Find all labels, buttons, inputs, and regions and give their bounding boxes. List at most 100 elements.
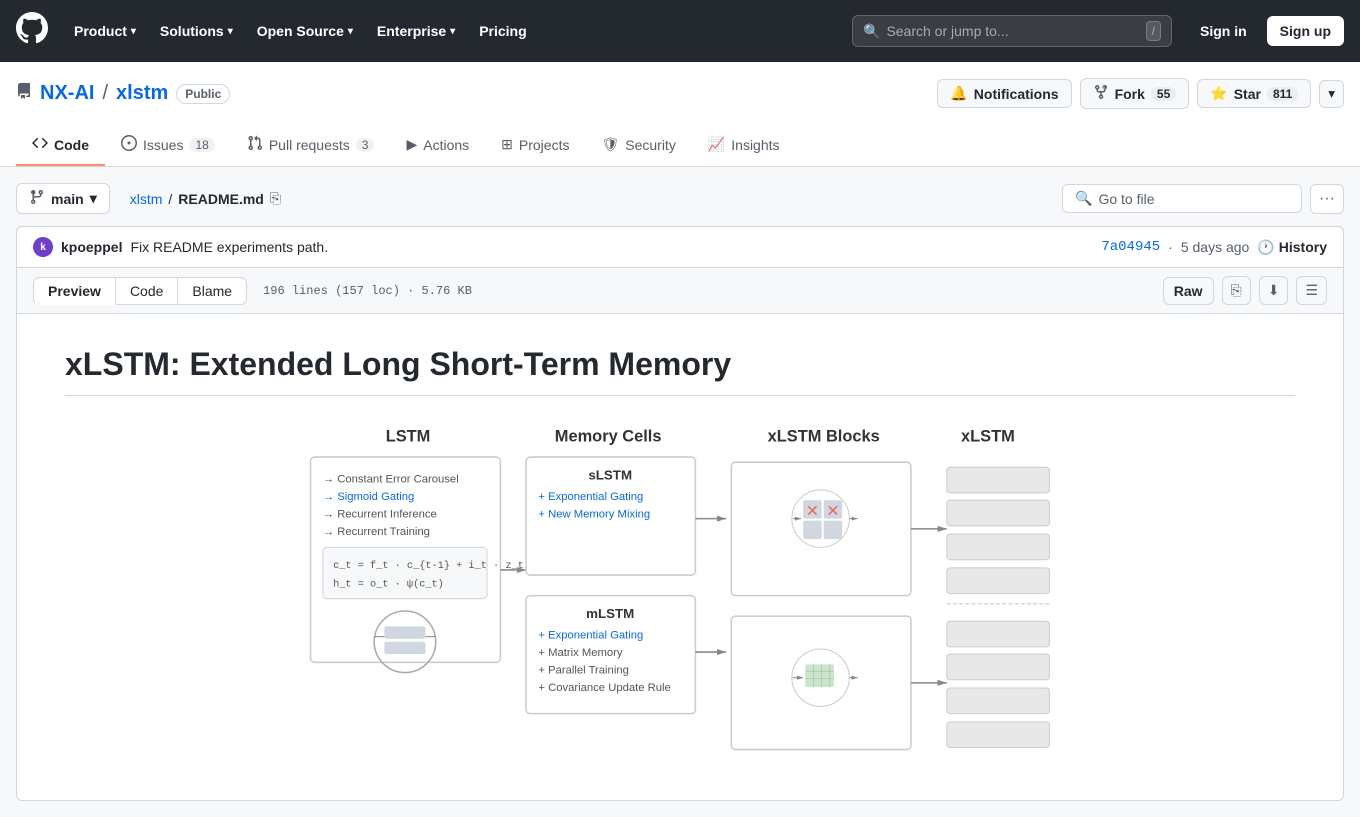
goto-file-input[interactable]: 🔍 Go to file — [1062, 184, 1302, 213]
preview-tab[interactable]: Preview — [33, 277, 116, 305]
commit-author[interactable]: kpoeppel — [61, 239, 122, 255]
breadcrumb-repo-link[interactable]: xlstm — [130, 191, 163, 207]
file-view-tabs: Preview Code Blame — [33, 277, 247, 305]
topnav-pricing[interactable]: Pricing — [469, 17, 536, 45]
top-navigation: Product ▾ Solutions ▾ Open Source ▾ Ente… — [0, 0, 1360, 62]
file-breadcrumb: xlstm / README.md ⎘ — [118, 190, 281, 207]
repo-actions: 🔔 Notifications Fork 55 ⭐ Star 811 ▾ — [937, 78, 1344, 109]
history-link[interactable]: 🕐 History — [1257, 239, 1327, 256]
github-logo[interactable] — [16, 12, 48, 51]
breadcrumb-separator: / — [168, 191, 172, 207]
file-path-right: 🔍 Go to file ··· — [1062, 184, 1344, 214]
file-path-bar: main ▾ xlstm / README.md ⎘ 🔍 Go to file … — [16, 183, 1344, 214]
svg-text:+ Covariance Update Rule: + Covariance Update Rule — [538, 682, 670, 694]
actions-icon: ▶ — [406, 136, 417, 153]
tab-security[interactable]: 🛡 Security — [585, 125, 691, 166]
branch-icon — [29, 189, 45, 208]
code-icon — [32, 135, 48, 154]
topnav-pricing-label: Pricing — [479, 23, 526, 39]
repo-name-link[interactable]: xlstm — [116, 82, 168, 105]
svg-text:sLSTM: sLSTM — [588, 468, 632, 483]
prs-badge: 3 — [356, 138, 375, 152]
list-view-button[interactable]: ☰ — [1296, 276, 1327, 305]
svg-text:+ Parallel Training: + Parallel Training — [538, 665, 629, 677]
repo-icon — [16, 83, 32, 104]
topnav-enterprise-label: Enterprise — [377, 23, 446, 39]
search-icon: 🔍 — [1075, 190, 1092, 207]
topnav-product-label: Product — [74, 23, 127, 39]
topnav-enterprise[interactable]: Enterprise ▾ — [367, 17, 465, 45]
fork-button[interactable]: Fork 55 — [1080, 78, 1190, 109]
repo-title: NX-AI / xlstm Public — [16, 82, 230, 105]
visibility-badge: Public — [176, 84, 230, 104]
chevron-down-icon: ▾ — [348, 26, 353, 37]
tab-issues[interactable]: Issues 18 — [105, 125, 231, 166]
commit-dot: · — [1168, 239, 1173, 255]
repo-owner-link[interactable]: NX-AI — [40, 82, 94, 105]
security-icon: 🛡 — [601, 136, 619, 153]
svg-text:h_t = o_t · ψ(c_t): h_t = o_t · ψ(c_t) — [333, 578, 444, 590]
tab-actions[interactable]: ▶ Actions — [390, 125, 485, 166]
projects-icon: ⊞ — [501, 136, 513, 153]
signup-button[interactable]: Sign up — [1267, 16, 1344, 46]
topnav-solutions-label: Solutions — [160, 23, 224, 39]
branch-name: main — [51, 191, 84, 207]
tab-code[interactable]: Code — [16, 125, 105, 166]
commit-sha[interactable]: 7a04945 — [1101, 239, 1160, 255]
bell-icon: 🔔 — [950, 85, 967, 102]
tab-issues-label: Issues — [143, 137, 183, 153]
download-button[interactable]: ⬇ — [1259, 276, 1289, 305]
svg-text:xLSTM: xLSTM — [961, 428, 1015, 446]
notifications-button[interactable]: 🔔 Notifications — [937, 79, 1071, 108]
search-bar[interactable]: 🔍 Search or jump to... / — [852, 15, 1172, 47]
topnav-items: Product ▾ Solutions ▾ Open Source ▾ Ente… — [64, 17, 537, 45]
raw-button[interactable]: Raw — [1163, 277, 1214, 305]
insights-icon: 📈 — [708, 136, 725, 153]
add-action-button[interactable]: ▾ — [1319, 80, 1344, 108]
tab-pullrequests[interactable]: Pull requests 3 — [231, 125, 391, 166]
file-area: main ▾ xlstm / README.md ⎘ 🔍 Go to file … — [0, 167, 1360, 817]
code-tab[interactable]: Code — [116, 277, 178, 305]
svg-text:+ Exponential Gating: + Exponential Gating — [538, 491, 643, 503]
topnav-opensource[interactable]: Open Source ▾ — [247, 17, 363, 45]
search-placeholder: Search or jump to... — [886, 23, 1008, 39]
file-toolbar-right: Raw ⎘ ⬇ ☰ — [1163, 276, 1327, 305]
history-label: History — [1279, 239, 1327, 255]
copy-file-button[interactable]: ⎘ — [1222, 276, 1251, 305]
commit-message: Fix README experiments path. — [130, 239, 328, 255]
copy-path-icon[interactable]: ⎘ — [270, 190, 281, 207]
svg-text:→ Sigmoid Gating: → Sigmoid Gating — [323, 491, 414, 503]
tab-projects[interactable]: ⊞ Projects — [485, 125, 585, 166]
more-options-button[interactable]: ··· — [1310, 184, 1344, 214]
chevron-down-icon: ▾ — [228, 26, 233, 37]
topnav-solutions[interactable]: Solutions ▾ — [150, 17, 243, 45]
svg-text:mLSTM: mLSTM — [586, 606, 634, 621]
blame-tab[interactable]: Blame — [178, 277, 247, 305]
topnav-product[interactable]: Product ▾ — [64, 17, 146, 45]
readme-content: xLSTM: Extended Long Short-Term Memory L… — [17, 314, 1343, 800]
branch-chevron-icon: ▾ — [90, 190, 97, 207]
repo-header: NX-AI / xlstm Public 🔔 Notifications For… — [0, 62, 1360, 167]
star-button[interactable]: ⭐ Star 811 — [1197, 79, 1311, 108]
xlstm-diagram: LSTM Memory Cells xLSTM Blocks xLSTM → C… — [290, 416, 1070, 768]
svg-text:LSTM: LSTM — [386, 428, 431, 446]
commit-info-right: 7a04945 · 5 days ago 🕐 History — [1101, 239, 1327, 256]
svg-text:+ New Memory Mixing: + New Memory Mixing — [538, 509, 650, 521]
commit-info-left: k kpoeppel Fix README experiments path. — [33, 237, 328, 257]
goto-placeholder: Go to file — [1098, 191, 1154, 207]
svg-text:→ Recurrent Training: → Recurrent Training — [323, 526, 430, 538]
commit-time: 5 days ago — [1181, 239, 1250, 255]
branch-selector[interactable]: main ▾ — [16, 183, 110, 214]
tab-projects-label: Projects — [519, 137, 570, 153]
repo-header-top: NX-AI / xlstm Public 🔔 Notifications For… — [16, 78, 1344, 117]
commit-bar: k kpoeppel Fix README experiments path. … — [16, 226, 1344, 267]
svg-text:+ Exponential Gating: + Exponential Gating — [538, 630, 643, 642]
fork-label: Fork — [1115, 86, 1145, 102]
tab-insights[interactable]: 📈 Insights — [692, 125, 796, 166]
fork-count: 55 — [1151, 87, 1176, 101]
notifications-label: Notifications — [974, 86, 1059, 102]
readme-title: xLSTM: Extended Long Short-Term Memory — [65, 346, 1295, 396]
issues-icon — [121, 135, 137, 154]
signin-button[interactable]: Sign in — [1188, 17, 1259, 45]
file-content: Preview Code Blame 196 lines (157 loc) ·… — [16, 267, 1344, 801]
